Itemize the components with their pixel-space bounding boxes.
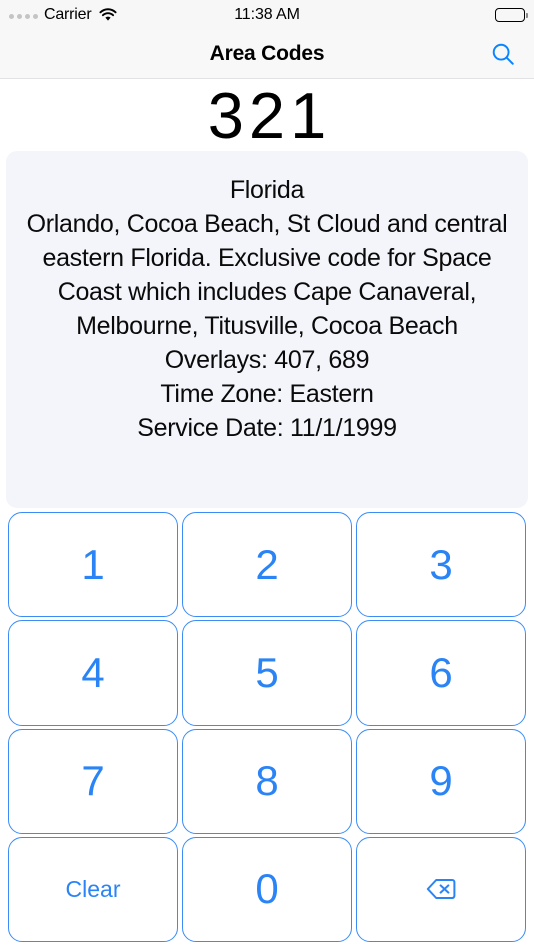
key-backspace[interactable]	[356, 836, 526, 942]
area-code-display: 321	[0, 79, 534, 151]
key-3[interactable]: 3	[356, 512, 526, 618]
key-4[interactable]: 4	[8, 620, 178, 726]
key-6[interactable]: 6	[356, 620, 526, 726]
info-service-date: Service Date: 11/1/1999	[137, 414, 397, 442]
carrier-label: Carrier	[44, 6, 92, 23]
page-title: Area Codes	[209, 42, 325, 65]
key-4-label: 4	[81, 648, 105, 696]
keypad-row: 4 5 6	[8, 620, 526, 726]
signal-dots-icon	[9, 14, 38, 19]
key-5[interactable]: 5	[182, 620, 352, 726]
key-5-label: 5	[255, 648, 279, 696]
key-9[interactable]: 9	[356, 728, 526, 834]
area-code-value: 321	[207, 78, 332, 152]
key-8[interactable]: 8	[182, 728, 352, 834]
key-1-label: 1	[81, 540, 105, 588]
wifi-icon	[98, 8, 117, 22]
key-clear-label: Clear	[65, 875, 121, 902]
keypad-row: Clear 0	[8, 836, 526, 942]
status-bar-right	[495, 0, 528, 30]
info-overlays: Overlays: 407, 689	[164, 346, 370, 374]
key-0[interactable]: 0	[182, 836, 352, 942]
key-1[interactable]: 1	[8, 512, 178, 618]
status-bar: Carrier 11:38 AM	[0, 0, 534, 30]
search-icon[interactable]	[486, 37, 520, 71]
key-9-label: 9	[429, 757, 453, 805]
key-6-label: 6	[429, 648, 453, 696]
key-3-label: 3	[429, 540, 453, 588]
key-7[interactable]: 7	[8, 728, 178, 834]
status-bar-left: Carrier	[9, 0, 117, 30]
info-time-zone: Time Zone: Eastern	[160, 380, 374, 408]
battery-full-icon	[495, 8, 528, 22]
status-time: 11:38 AM	[234, 6, 300, 23]
key-8-label: 8	[255, 757, 279, 805]
keypad-row: 1 2 3	[8, 512, 526, 618]
key-7-label: 7	[81, 757, 105, 805]
area-code-info-card: Florida Orlando, Cocoa Beach, St Cloud a…	[6, 151, 528, 508]
key-0-label: 0	[255, 865, 279, 913]
navigation-bar: Area Codes	[0, 30, 534, 79]
key-clear[interactable]: Clear	[8, 836, 178, 942]
info-description: Orlando, Cocoa Beach, St Cloud and centr…	[26, 210, 508, 340]
backspace-icon	[426, 878, 456, 900]
info-state: Florida	[229, 176, 305, 204]
keypad: 1 2 3 4 5 6 7 8 9 Clear 0	[0, 508, 534, 950]
app-screen: Carrier 11:38 AM Area Codes 321 Florida …	[0, 0, 534, 950]
key-2-label: 2	[255, 540, 279, 588]
key-2[interactable]: 2	[182, 512, 352, 618]
keypad-row: 7 8 9	[8, 728, 526, 834]
